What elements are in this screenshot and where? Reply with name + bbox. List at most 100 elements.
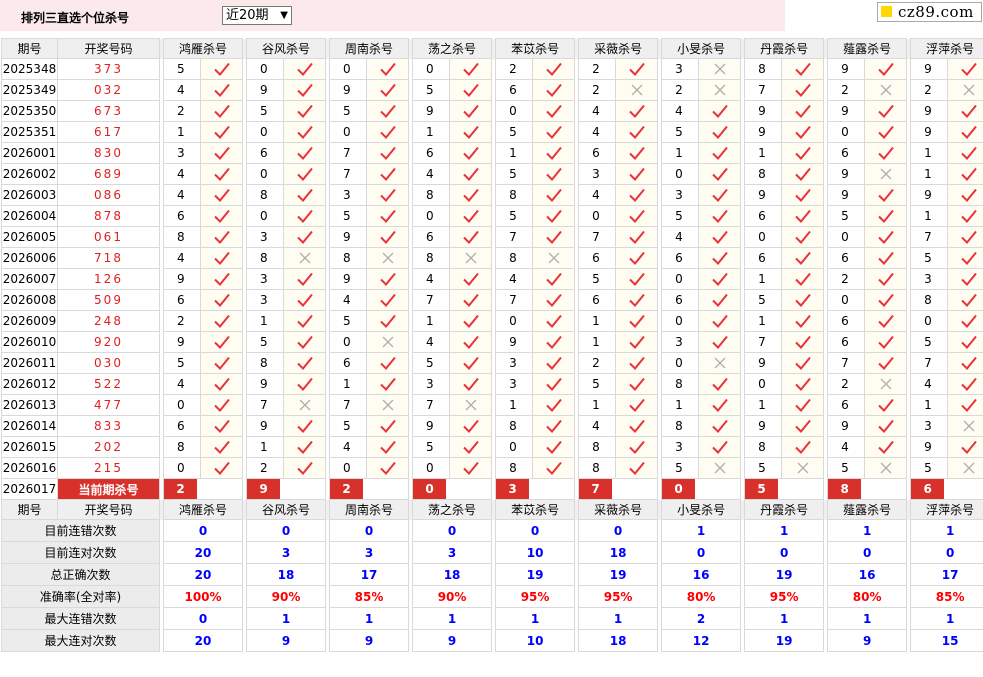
kill-result-cell [864,226,908,248]
kill-result-cell [698,163,742,185]
cross-icon [382,399,394,411]
check-icon [711,125,728,139]
kill-number-cell: 1 [246,310,285,332]
kill-result-cell [283,310,327,332]
stats-value: 0 [412,519,493,542]
kill-number-cell: 8 [495,457,534,479]
kill-result-cell [366,268,410,290]
check-icon [213,377,230,391]
kill-result-cell [947,373,983,395]
check-icon [545,104,562,118]
check-icon [794,104,811,118]
stats-label: 目前连对次数 [1,541,160,564]
col-header-killer: 谷风杀号 [246,38,327,59]
kill-number-cell: 3 [495,352,534,374]
check-icon [628,272,645,286]
kill-result-cell [615,247,659,269]
check-icon [379,209,396,223]
period-cell: 2026002 [1,163,58,185]
kill-result-cell [449,415,493,437]
kill-result-cell [283,415,327,437]
kill-number-cell: 5 [329,100,368,122]
kill-number-cell: 1 [744,142,783,164]
check-icon [213,419,230,433]
col-header-killer: 薤露杀号 [827,499,908,520]
kill-number-cell: 0 [661,268,700,290]
check-icon [628,146,645,160]
kill-number-cell: 4 [412,268,451,290]
kill-number-cell: 6 [661,289,700,311]
check-icon [296,461,313,475]
kill-number-cell: 3 [578,163,617,185]
current-kill-cell: 9 [246,478,327,500]
col-header-killer: 周南杀号 [329,499,410,520]
winning-number-cell: 617 [57,121,160,143]
period-cell: 2025350 [1,100,58,122]
kill-number-cell: 5 [910,247,949,269]
check-icon [877,125,894,139]
kill-number-cell: 5 [661,457,700,479]
check-icon [462,293,479,307]
stats-label: 准确率(全对率) [1,585,160,608]
kill-number-cell: 5 [329,205,368,227]
stats-value: 9 [329,629,410,652]
kill-number-cell: 6 [827,331,866,353]
kill-number-cell: 7 [910,352,949,374]
kill-number-cell: 7 [329,142,368,164]
kill-result-cell [615,394,659,416]
check-icon [213,167,230,181]
stats-value: 18 [412,563,493,586]
check-icon [462,377,479,391]
stats-value: 85% [910,585,983,608]
kill-result-cell [199,436,244,458]
kill-result-cell [947,142,983,164]
kill-result-cell [698,184,742,206]
period-cell: 2025348 [1,58,58,80]
site-logo[interactable]: cz89.com [877,2,982,22]
kill-number-cell: 2 [827,268,866,290]
kill-result-cell [199,205,244,227]
kill-number-cell: 6 [246,142,285,164]
stats-value: 0 [246,519,327,542]
kill-result-cell [199,100,244,122]
current-kill-value: 2 [330,479,364,499]
kill-number-cell: 5 [910,457,949,479]
kill-number-cell: 1 [744,268,783,290]
kill-result-cell [615,268,659,290]
kill-number-cell: 2 [495,58,534,80]
stats-value: 20 [162,629,244,652]
kill-number-cell: 4 [578,415,617,437]
kill-result-cell [199,121,244,143]
stats-value: 0 [578,519,659,542]
check-icon [379,356,396,370]
current-kill-cell: 2 [162,478,244,500]
stats-value: 2 [661,607,742,630]
kill-result-cell [864,58,908,80]
table-row: 20260071269394450123全对 [1,268,983,290]
period-cell: 2026011 [1,352,58,374]
period-cell: 2026004 [1,205,58,227]
kill-result-cell [532,163,576,185]
period-cell: 2026005 [1,226,58,248]
check-icon [462,167,479,181]
kill-number-cell: 8 [246,184,285,206]
check-icon [877,335,894,349]
kill-result-cell [698,373,742,395]
current-kill-label: 当前期杀号 [57,478,160,500]
kill-number-cell: 3 [163,142,201,164]
period-range-select[interactable]: 近20期 ▼ [222,6,292,25]
kill-result-cell [864,394,908,416]
cross-icon [382,252,394,264]
period-cell: 2026016 [1,457,58,479]
period-cell: 2026012 [1,373,58,395]
kill-number-cell: 5 [246,100,285,122]
kill-result-cell [532,58,576,80]
current-kill-value: 6 [911,479,945,499]
current-kill-cell: 0 [661,478,742,500]
check-icon [379,167,396,181]
stats-value: 1 [246,607,327,630]
kill-result-cell [698,310,742,332]
period-cell: 2026001 [1,142,58,164]
kill-number-cell: 5 [910,331,949,353]
col-header-killer: 周南杀号 [329,38,410,59]
